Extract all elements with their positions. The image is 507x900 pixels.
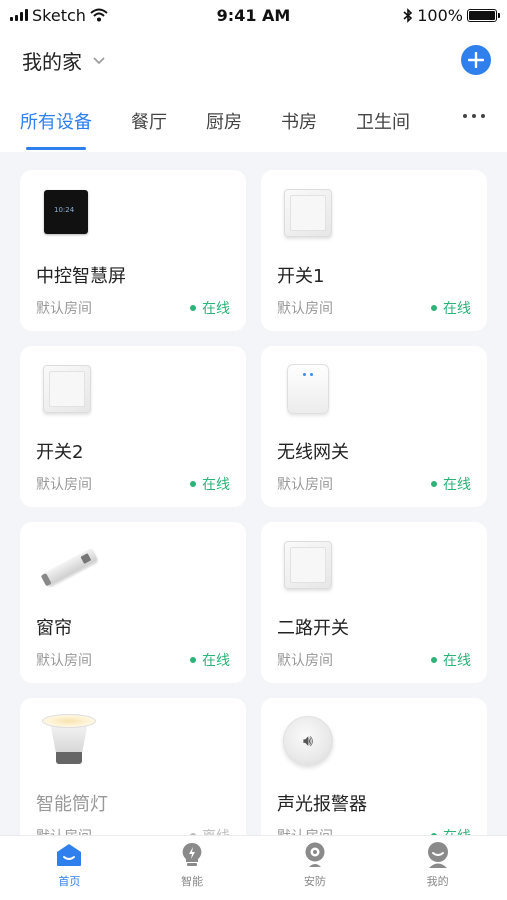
status-badge: 在线	[431, 298, 471, 318]
device-name: 中控智慧屏	[36, 266, 126, 287]
device-name: 智能筒灯	[36, 794, 108, 815]
wall-switch-icon	[40, 362, 94, 416]
device-name: 开关1	[277, 266, 325, 287]
more-tabs-icon[interactable]	[463, 114, 485, 118]
device-name: 二路开关	[277, 618, 349, 639]
tab-study[interactable]: 书房	[281, 100, 317, 152]
nav-smart[interactable]: 智能	[142, 842, 242, 889]
tab-bathroom[interactable]: 卫生间	[356, 100, 410, 152]
control-screen-icon	[40, 186, 94, 240]
wall-switch-icon	[281, 186, 335, 240]
device-card-switch-2[interactable]: 开关2 默认房间 在线	[20, 346, 246, 507]
device-card-two-way-switch[interactable]: 二路开关 默认房间 在线	[261, 522, 487, 683]
plus-icon	[468, 52, 484, 68]
status-left: Sketch	[10, 6, 108, 25]
device-room: 默认房间	[277, 477, 333, 493]
carrier-label: Sketch	[32, 5, 86, 25]
device-room: 默认房间	[277, 301, 333, 317]
lightning-bulb-icon	[179, 842, 205, 868]
home-title: 我的家	[22, 49, 82, 74]
status-badge: 在线	[190, 298, 230, 318]
tab-kitchen[interactable]: 厨房	[206, 100, 242, 152]
bluetooth-icon	[403, 7, 413, 23]
home-icon	[56, 842, 82, 868]
status-badge: 离线	[190, 826, 230, 835]
wall-switch-icon	[281, 538, 335, 592]
device-room: 默认房间	[36, 653, 92, 669]
device-card-downlight[interactable]: 智能筒灯 默认房间 离线	[20, 698, 246, 835]
nav-home[interactable]: 首页	[19, 842, 119, 889]
downlight-icon	[40, 714, 96, 768]
status-right: 100%	[403, 5, 500, 25]
signal-icon	[10, 9, 28, 21]
battery-percent: 100%	[417, 5, 463, 25]
status-bar: Sketch 9:41 AM 100%	[0, 0, 507, 30]
device-room: 默认房间	[36, 301, 92, 317]
home-selector[interactable]: 我的家	[22, 46, 106, 75]
status-badge: 在线	[431, 474, 471, 494]
device-list: 中控智慧屏 默认房间 在线 开关1 默认房间 在线 开关2 默认房间 在线 无线…	[0, 152, 507, 835]
nav-security-label: 安防	[303, 875, 326, 888]
status-badge: 在线	[190, 474, 230, 494]
status-badge: 在线	[431, 650, 471, 670]
curtain-motor-icon	[40, 538, 99, 592]
nav-profile-label: 我的	[426, 875, 449, 888]
battery-icon	[467, 8, 500, 22]
nav-profile[interactable]: 我的	[388, 842, 488, 889]
device-name: 声光报警器	[277, 794, 367, 815]
device-room: 默认房间	[277, 653, 333, 669]
tab-all-devices[interactable]: 所有设备	[20, 100, 92, 152]
chevron-down-icon	[93, 57, 105, 65]
camera-icon	[302, 842, 328, 868]
device-card-switch-1[interactable]: 开关1 默认房间 在线	[261, 170, 487, 331]
wifi-icon	[90, 8, 108, 22]
alarm-icon: 🔊︎	[281, 714, 335, 768]
gateway-icon	[281, 362, 335, 416]
nav-home-label: 首页	[58, 875, 81, 888]
device-card-gateway[interactable]: 无线网关 默认房间 在线	[261, 346, 487, 507]
device-card-control-screen[interactable]: 中控智慧屏 默认房间 在线	[20, 170, 246, 331]
tab-dining-room[interactable]: 餐厅	[131, 100, 167, 152]
user-icon	[425, 842, 451, 868]
device-name: 无线网关	[277, 442, 349, 463]
status-badge: 在线	[190, 650, 230, 670]
room-tabs: 所有设备 餐厅 厨房 书房 卫生间	[0, 100, 507, 152]
device-room: 默认房间	[277, 826, 333, 835]
device-card-curtain[interactable]: 窗帘 默认房间 在线	[20, 522, 246, 683]
status-badge: 在线	[431, 826, 471, 835]
header: 我的家	[0, 38, 507, 82]
device-room: 默认房间	[36, 477, 92, 493]
nav-security[interactable]: 安防	[265, 842, 365, 889]
add-device-button[interactable]	[461, 45, 491, 75]
bottom-nav: 首页 智能 安防 我的	[0, 835, 507, 900]
device-card-alarm[interactable]: 🔊︎ 声光报警器 默认房间 在线	[261, 698, 487, 835]
device-room: 默认房间	[36, 826, 92, 835]
device-name: 窗帘	[36, 618, 72, 639]
device-name: 开关2	[36, 442, 84, 463]
nav-smart-label: 智能	[181, 875, 204, 888]
